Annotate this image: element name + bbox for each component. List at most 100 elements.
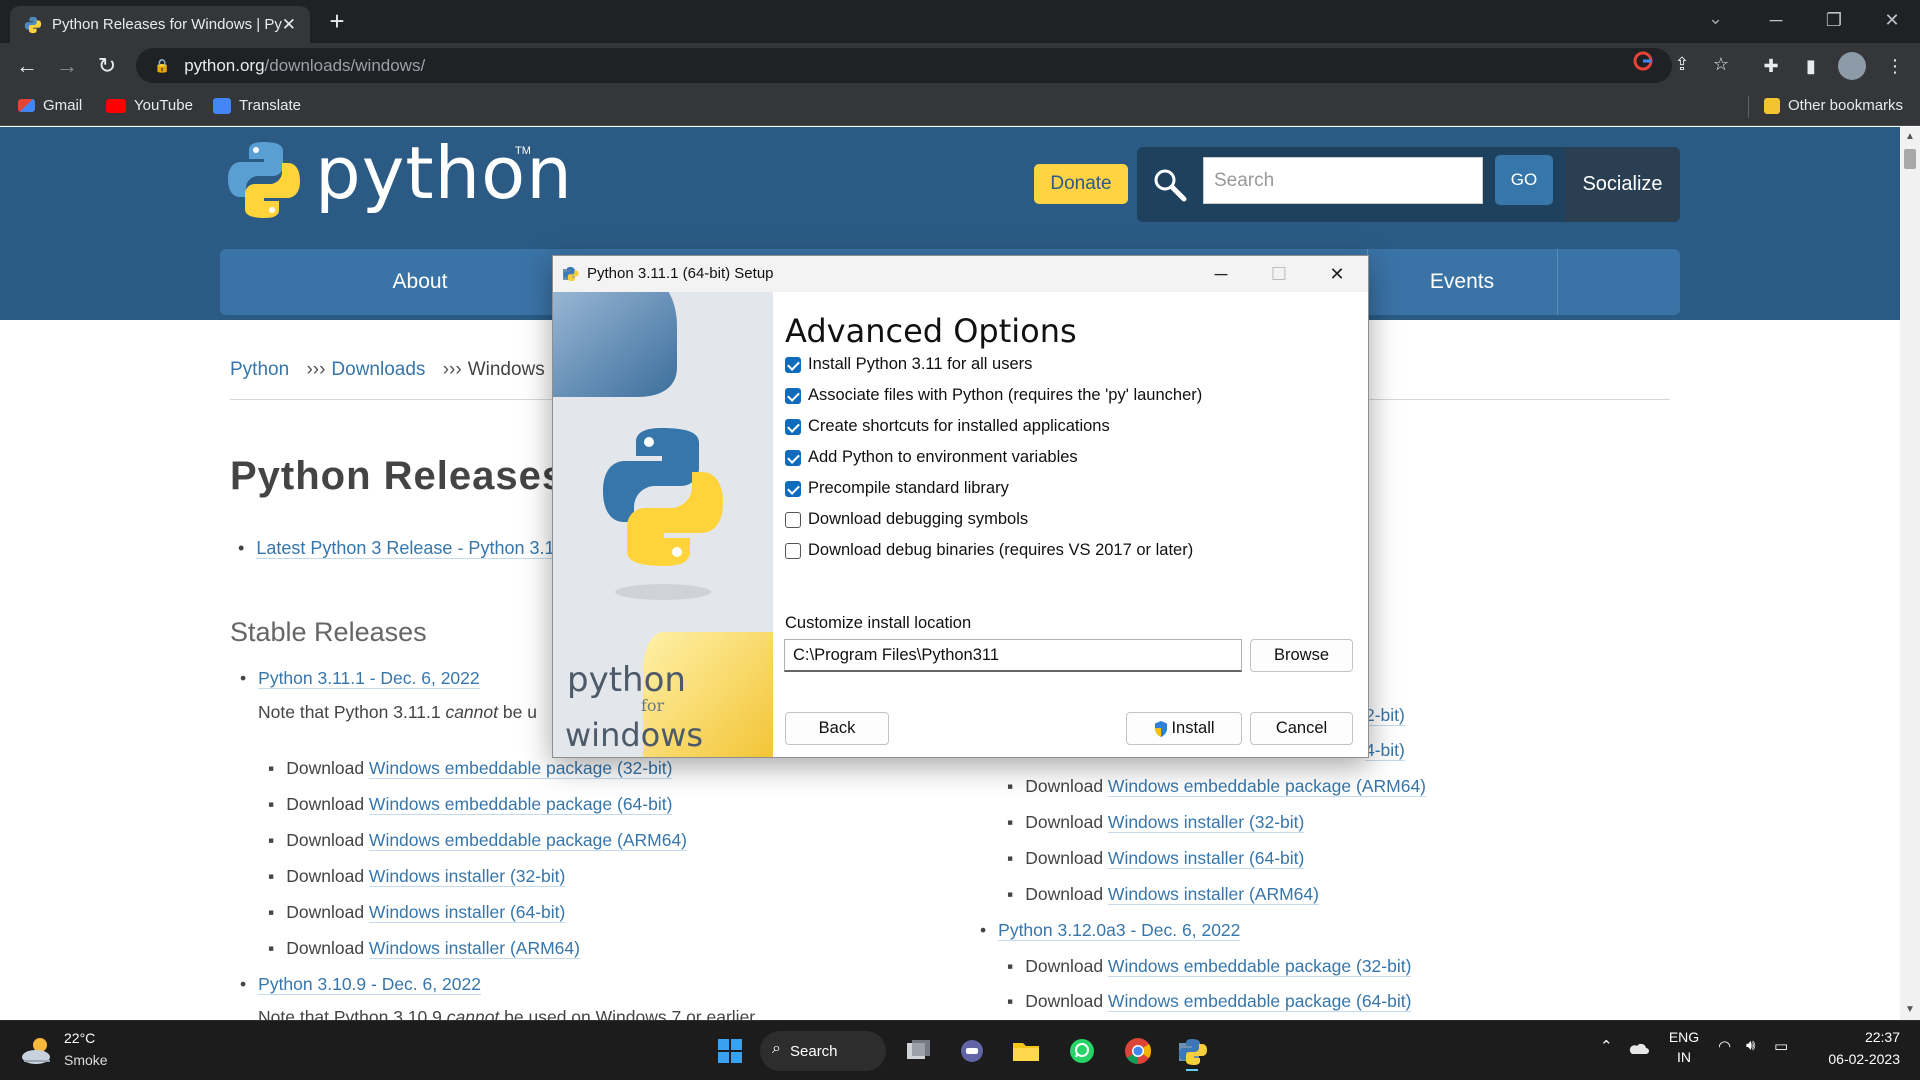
release-link[interactable]: Python 3.12.0a3 - Dec. 6, 2022 <box>998 920 1241 941</box>
download-link[interactable]: 4-bit) <box>1365 740 1405 761</box>
back-button[interactable]: Back <box>785 712 889 745</box>
tab-search-icon[interactable]: ⌄ <box>1708 8 1723 29</box>
breadcrumb-python[interactable]: Python <box>230 359 289 380</box>
language-indicator[interactable]: ENG IN <box>1666 1029 1702 1065</box>
option-label: Associate files with Python (requires th… <box>808 386 1203 404</box>
page-scrollbar[interactable]: ▲ ▼ <box>1900 127 1920 1020</box>
download-link[interactable]: Windows embeddable package (32-bit) <box>1107 956 1412 977</box>
search-input[interactable]: Search <box>1203 157 1483 204</box>
bookmark-translate[interactable]: Translate <box>213 97 301 114</box>
weather-condition[interactable]: Smoke <box>64 1052 108 1068</box>
whatsapp-icon[interactable] <box>1062 1031 1102 1071</box>
download-link[interactable]: 2-bit) <box>1365 705 1405 726</box>
cancel-button[interactable]: Cancel <box>1250 712 1353 745</box>
option-debug-binaries[interactable]: Download debug binaries (requires VS 201… <box>785 541 1193 560</box>
tab-close-icon[interactable]: ✕ <box>282 15 296 35</box>
donate-button[interactable]: Donate <box>1034 164 1128 204</box>
breadcrumb-separator: ››› <box>306 359 326 380</box>
bookmark-gmail[interactable]: Gmail <box>18 97 82 114</box>
release-link[interactable]: Python 3.11.1 - Dec. 6, 2022 <box>258 668 480 689</box>
checkbox-unchecked[interactable] <box>785 542 801 559</box>
start-icon[interactable] <box>710 1031 750 1071</box>
clock-time[interactable]: 22:37 <box>1840 1029 1900 1045</box>
download-link[interactable]: Windows embeddable package (32-bit) <box>368 758 673 779</box>
download-link[interactable]: Windows installer (ARM64) <box>1107 884 1319 905</box>
checkbox-unchecked[interactable] <box>785 511 801 528</box>
option-create-shortcuts[interactable]: Create shortcuts for installed applicati… <box>785 417 1110 436</box>
release-link[interactable]: Python 3.10.9 - Dec. 6, 2022 <box>258 974 481 995</box>
forward-icon[interactable]: → <box>52 51 82 81</box>
scroll-down-icon[interactable]: ▼ <box>1900 1000 1920 1020</box>
clock-date[interactable]: 06-02-2023 <box>1808 1051 1900 1067</box>
other-bookmarks[interactable]: Other bookmarks <box>1764 97 1903 114</box>
dialog-minimize-icon[interactable]: ─ <box>1192 256 1250 292</box>
extensions-icon[interactable]: ✚ <box>1758 53 1784 79</box>
checkbox-checked[interactable] <box>785 418 801 435</box>
minimize-icon[interactable]: ─ <box>1748 0 1804 40</box>
chrome-icon[interactable] <box>1118 1031 1158 1071</box>
checkbox-checked[interactable] <box>785 480 801 497</box>
download-link[interactable]: Windows installer (32-bit) <box>368 866 566 887</box>
download-word: Download <box>286 938 365 958</box>
python-logo-icon[interactable] <box>226 140 302 220</box>
bookmark-youtube[interactable]: YouTube <box>106 97 193 114</box>
installer-side-banner: python for windows <box>553 292 773 757</box>
weather-temperature[interactable]: 22°C <box>64 1030 95 1046</box>
checkbox-checked[interactable] <box>785 356 801 373</box>
share-icon[interactable]: ⇪ <box>1669 51 1695 77</box>
option-all-users[interactable]: Install Python 3.11 for all users <box>785 355 1032 374</box>
browser-tab[interactable]: Python Releases for Windows | Python.org… <box>10 6 310 43</box>
checkbox-checked[interactable] <box>785 387 801 404</box>
back-icon[interactable]: ← <box>12 51 42 81</box>
reload-icon[interactable]: ↻ <box>92 51 122 81</box>
chat-icon[interactable] <box>952 1031 992 1071</box>
python-wordmark[interactable]: python <box>315 131 573 215</box>
volume-icon[interactable]: 🔊︎ <box>1746 1037 1755 1054</box>
option-add-to-path[interactable]: Add Python to environment variables <box>785 448 1078 467</box>
weather-icon[interactable] <box>20 1033 56 1067</box>
download-link[interactable]: Windows embeddable package (ARM64) <box>368 830 687 851</box>
download-link[interactable]: Windows embeddable package (64-bit) <box>368 794 673 815</box>
task-view-icon[interactable] <box>898 1031 938 1071</box>
menu-icon[interactable]: ⋮ <box>1882 53 1908 79</box>
install-location-field[interactable]: C:\Program Files\Python311 <box>784 639 1242 672</box>
battery-icon[interactable]: ▭ <box>1774 1037 1788 1055</box>
side-panel-icon[interactable]: ▮ <box>1798 53 1824 79</box>
google-lens-icon[interactable] <box>1630 51 1656 77</box>
checkbox-checked[interactable] <box>785 449 801 466</box>
dialog-close-icon[interactable]: ✕ <box>1308 256 1366 292</box>
scroll-thumb[interactable] <box>1904 149 1916 169</box>
nav-events[interactable]: Events <box>1367 249 1557 315</box>
download-link[interactable]: Windows installer (64-bit) <box>368 902 566 923</box>
go-button[interactable]: GO <box>1495 155 1553 205</box>
download-link[interactable]: Windows installer (ARM64) <box>368 938 580 959</box>
breadcrumb-downloads[interactable]: Downloads <box>331 359 425 380</box>
taskbar-search[interactable]: ⌕ Search <box>760 1031 886 1071</box>
onedrive-icon[interactable] <box>1627 1041 1649 1055</box>
address-bar[interactable]: 🔒 python.org/downloads/windows/ <box>136 48 1672 83</box>
option-debug-symbols[interactable]: Download debugging symbols <box>785 510 1028 529</box>
wifi-icon[interactable]: ◠ <box>1718 1037 1731 1055</box>
browse-button[interactable]: Browse <box>1250 639 1353 672</box>
download-link[interactable]: Windows installer (32-bit) <box>1107 812 1305 833</box>
restore-icon[interactable]: ❐ <box>1806 0 1862 40</box>
bookmark-star-icon[interactable]: ☆ <box>1708 51 1734 77</box>
option-precompile[interactable]: Precompile standard library <box>785 479 1009 498</box>
download-link[interactable]: Windows embeddable package (ARM64) <box>1107 776 1426 797</box>
profile-avatar[interactable] <box>1838 52 1866 80</box>
show-hidden-icons-icon[interactable]: ⌃ <box>1600 1037 1613 1055</box>
scroll-up-icon[interactable]: ▲ <box>1900 127 1920 147</box>
lock-icon[interactable]: 🔒 <box>154 58 170 74</box>
install-button[interactable]: Install <box>1126 712 1242 745</box>
python-installer-taskbar-icon[interactable] <box>1172 1031 1212 1071</box>
file-explorer-icon[interactable] <box>1006 1031 1046 1071</box>
window-close-icon[interactable]: ✕ <box>1864 0 1920 40</box>
download-link[interactable]: Windows installer (64-bit) <box>1107 848 1305 869</box>
latest-release-link[interactable]: Latest Python 3 Release - Python 3.11 <box>256 538 564 559</box>
new-tab-button[interactable]: + <box>322 6 352 36</box>
socialize-button[interactable]: Socialize <box>1565 147 1680 222</box>
option-associate-files[interactable]: Associate files with Python (requires th… <box>785 386 1202 405</box>
download-link[interactable]: Windows embeddable package (64-bit) <box>1107 991 1412 1012</box>
download-item: ▪ Download Windows embeddable package (AR… <box>268 830 687 851</box>
dialog-titlebar[interactable]: Python 3.11.1 (64-bit) Setup ─ ☐ ✕ <box>553 256 1368 292</box>
